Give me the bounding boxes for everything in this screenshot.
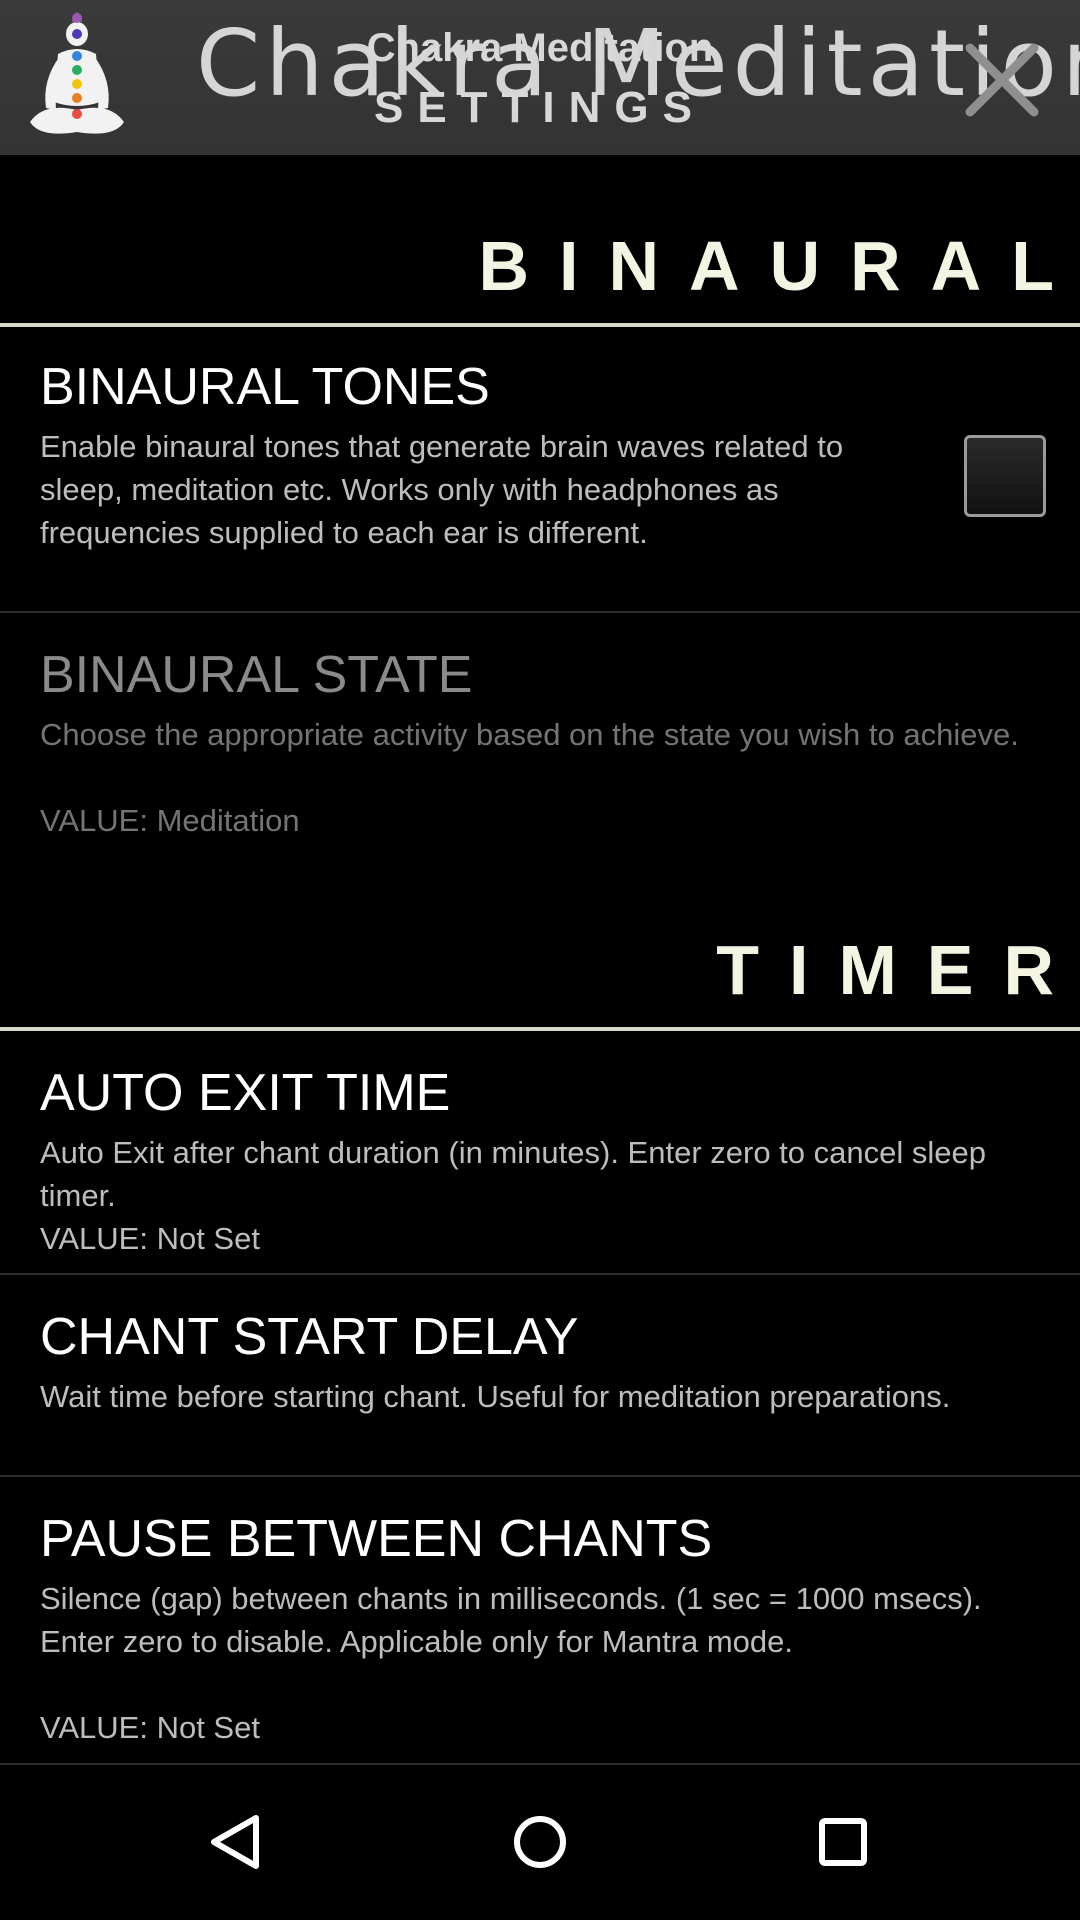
triangle-back-icon[interactable] xyxy=(192,1797,282,1887)
category-binaural: BINAURAL xyxy=(0,155,1080,327)
pref-value: VALUE: Not Set xyxy=(40,1710,260,1745)
pref-binaural-tones[interactable]: BINAURAL TONES Enable binaural tones tha… xyxy=(0,327,1080,613)
pref-auto-exit-time[interactable]: AUTO EXIT TIME Auto Exit after chant dur… xyxy=(0,1031,1080,1275)
binaural-tones-checkbox[interactable] xyxy=(964,435,1046,517)
close-icon[interactable] xyxy=(960,38,1044,122)
pref-title: PAUSE BETWEEN CHANTS xyxy=(40,1510,713,1568)
category-timer: TIMER xyxy=(0,883,1080,1031)
pref-chant-start-delay[interactable]: CHANT START DELAY Wait time before start… xyxy=(0,1275,1080,1477)
pref-summary: Enable binaural tones that generate brai… xyxy=(40,429,844,550)
system-navigation-bar xyxy=(0,1765,1080,1920)
pref-summary: Auto Exit after chant duration (in minut… xyxy=(40,1135,986,1213)
pref-value: VALUE: Meditation xyxy=(40,803,300,838)
circle-home-icon[interactable] xyxy=(495,1797,585,1887)
category-title-timer: TIMER xyxy=(716,931,1080,1009)
pref-title: CHANT START DELAY xyxy=(40,1308,579,1366)
square-recents-icon[interactable] xyxy=(798,1797,888,1887)
category-title-binaural: BINAURAL xyxy=(478,227,1080,305)
settings-list: BINAURAL BINAURAL TONES Enable binaural … xyxy=(0,155,1080,1765)
pref-summary: Choose the appropriate activity based on… xyxy=(40,717,1019,752)
settings-screen: Chakra Meditation? Chakra Meditation SET… xyxy=(0,0,1080,1920)
pref-summary: Silence (gap) between chants in millisec… xyxy=(40,1581,982,1659)
title-bar: Chakra Meditation? Chakra Meditation SET… xyxy=(0,0,1080,155)
pref-title: BINAURAL STATE xyxy=(40,646,473,704)
pref-title: BINAURAL TONES xyxy=(40,358,490,416)
app-name: Chakra Meditation xyxy=(366,26,714,70)
pref-pause-between-chants[interactable]: PAUSE BETWEEN CHANTS Silence (gap) betwe… xyxy=(0,1477,1080,1765)
pref-summary: Wait time before starting chant. Useful … xyxy=(40,1379,951,1414)
screen-title: SETTINGS xyxy=(373,83,707,132)
pref-title: AUTO EXIT TIME xyxy=(40,1064,451,1122)
pref-value: VALUE: Not Set xyxy=(40,1221,260,1256)
pref-binaural-state[interactable]: BINAURAL STATE Choose the appropriate ac… xyxy=(0,613,1080,883)
